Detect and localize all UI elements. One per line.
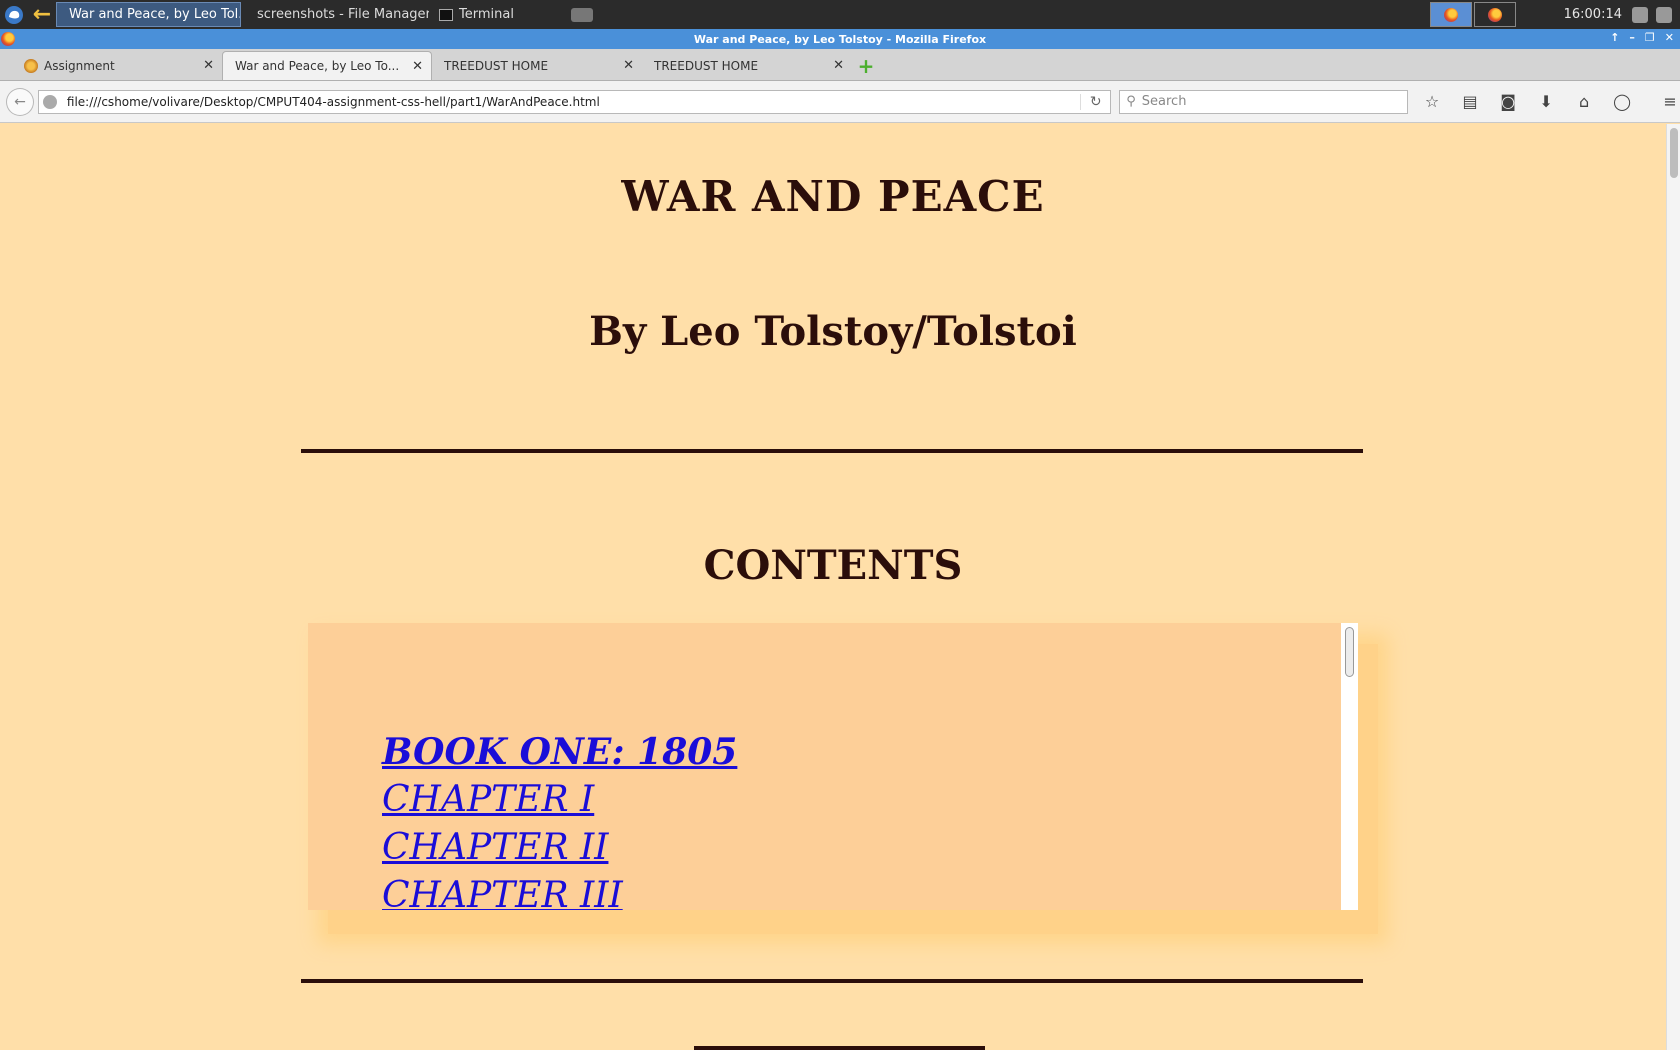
window-titlebar: War and Peace, by Leo Tolstoy - Mozilla … [0,29,1680,49]
terminal-icon [439,8,453,21]
page-viewport: WAR AND PEACE By Leo Tolstoy/Tolstoi CON… [0,124,1666,1050]
tab-close-icon[interactable]: ✕ [623,58,634,73]
toc-link-chapter-2[interactable]: CHAPTER II [382,824,737,872]
tab-close-icon[interactable]: ✕ [833,58,844,73]
toc-link-chapter-3[interactable]: CHAPTER III [382,872,737,910]
search-icon: ⚲ [1126,94,1136,109]
always-on-top-icon[interactable]: ↑ [1610,31,1619,44]
chat-icon[interactable]: ◯ [1612,92,1632,111]
pocket-icon[interactable]: ◙ [1498,92,1518,111]
home-icon[interactable]: ⌂ [1574,92,1594,111]
contents-heading: CONTENTS [703,542,963,589]
bookmark-star-icon[interactable]: ☆ [1422,92,1442,111]
task-label: screenshots - File Manager [257,7,429,22]
os-taskbar: ← War and Peace, by Leo Tol... screensho… [0,0,1680,29]
window-title: War and Peace, by Leo Tolstoy - Mozilla … [693,32,987,46]
new-tab-button[interactable]: + [852,51,880,80]
maximize-icon[interactable]: ❐ [1645,31,1655,44]
tab-label: TREEDUST HOME [654,58,759,73]
menu-hamburger-icon[interactable]: ≡ [1660,92,1680,111]
tab-strip: Assignment ✕ War and Peace, by Leo To...… [0,49,1680,81]
search-placeholder: Search [1141,94,1187,109]
tab-label: Assignment [44,58,115,73]
window-controls: ↑ – ❐ ✕ [1610,31,1674,44]
toc-scrollbar[interactable] [1341,623,1358,910]
task-label: Terminal [459,7,514,22]
screenshot-icon[interactable] [1656,6,1672,23]
workspace-switcher [1429,0,1518,29]
tab-label: War and Peace, by Leo To... [235,59,400,73]
download-icon[interactable]: ⬇ [1536,92,1556,111]
close-icon[interactable]: ✕ [1665,31,1674,44]
volume-icon[interactable] [1632,6,1648,23]
app-menu-button[interactable] [0,0,28,29]
site-info-icon[interactable] [42,94,57,109]
plus-icon: + [857,53,875,78]
minimize-icon[interactable]: – [1629,31,1635,44]
toc-link-book-one[interactable]: BOOK ONE: 1805 [382,728,737,776]
reading-list-icon[interactable]: ▤ [1460,92,1480,111]
show-desktop-button[interactable]: ← [28,0,56,29]
table-of-contents[interactable]: BOOK ONE: 1805 CHAPTER I CHAPTER II CHAP… [308,623,1358,910]
task-file-manager[interactable]: screenshots - File Manager [245,2,429,27]
search-input[interactable]: ⚲ Search [1119,89,1409,114]
tab-war-and-peace[interactable]: War and Peace, by Leo To... ✕ [222,51,432,80]
reload-icon[interactable]: ↻ [1080,93,1110,110]
divider-short [694,1046,985,1050]
network-tray[interactable] [557,7,607,22]
workspace-1[interactable] [1429,2,1472,27]
tab-treedust-home[interactable]: TREEDUST HOME ✕ [432,51,642,80]
page-scrollbar-thumb[interactable] [1670,128,1678,178]
navigation-toolbar: ← file:///cshome/volivare/Desktop/CMPUT4… [0,81,1680,123]
tab-close-icon[interactable]: ✕ [203,58,214,73]
firefox-icon [1,32,15,46]
toc-scrollbar-thumb[interactable] [1345,627,1354,677]
divider [301,449,1363,453]
toc-link-chapter-1[interactable]: CHAPTER I [382,776,737,824]
firefox-icon [1487,7,1502,22]
toolbar-icons: ☆ ▤ ◙ ⬇ ⌂ ◯ ≡ [1422,92,1680,111]
arrow-left-icon: ← [32,2,52,27]
task-label: War and Peace, by Leo Tol... [69,7,241,22]
page-scrollbar[interactable] [1666,124,1680,1050]
task-firefox[interactable]: War and Peace, by Leo Tol... [56,2,241,27]
firefox-icon [1443,7,1458,22]
tab-assignment[interactable]: Assignment ✕ [12,51,222,80]
toc-list: BOOK ONE: 1805 CHAPTER I CHAPTER II CHAP… [382,728,737,910]
divider [301,979,1363,983]
url-bar[interactable]: file:///cshome/volivare/Desktop/CMPUT404… [37,89,1112,114]
arrow-left-icon: ← [14,93,26,110]
favicon-icon [24,58,38,73]
url-text[interactable]: file:///cshome/volivare/Desktop/CMPUT404… [67,95,1080,109]
tab-close-icon[interactable]: ✕ [412,59,423,74]
network-icon [571,7,593,22]
page-author: By Leo Tolstoy/Tolstoi [589,308,1077,355]
workspace-2[interactable] [1473,2,1516,27]
clock[interactable]: 16:00:14 [1518,7,1632,22]
task-terminal[interactable]: Terminal [433,2,553,27]
back-button[interactable]: ← [6,87,34,116]
tab-label: TREEDUST HOME [444,58,549,73]
tab-treedust-home-2[interactable]: TREEDUST HOME ✕ [642,51,852,80]
page-title: WAR AND PEACE [621,172,1045,221]
xfce-mouse-icon [5,5,23,24]
